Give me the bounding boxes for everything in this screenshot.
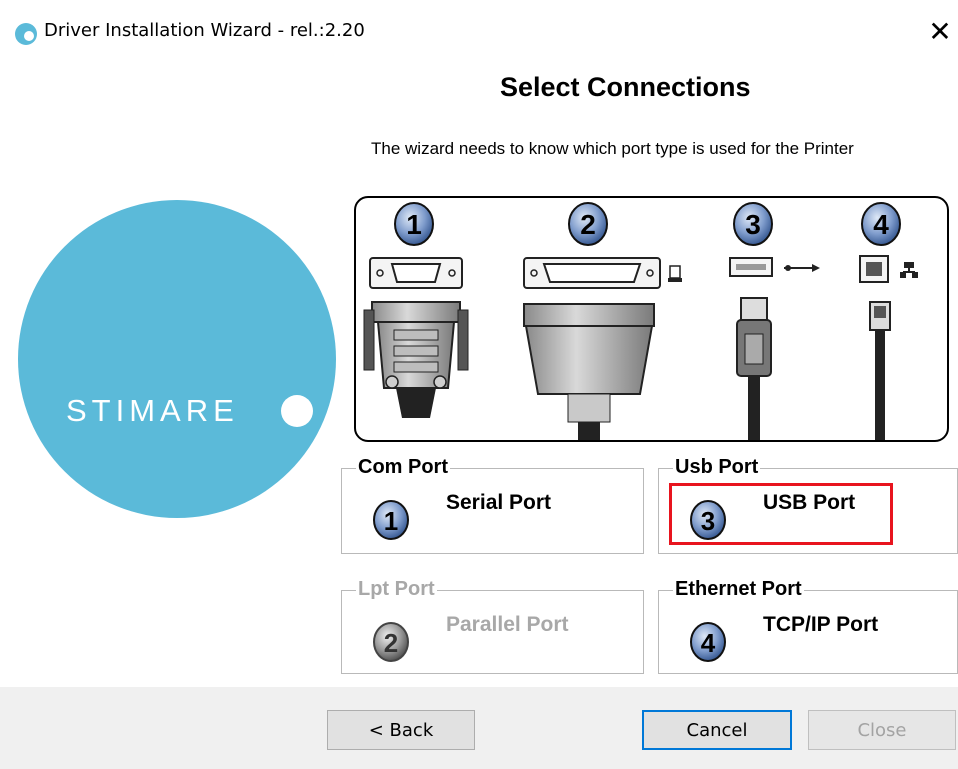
number-1-icon: 1 bbox=[373, 500, 409, 540]
usb-port-group: Usb Port 3 USB Port bbox=[658, 456, 958, 554]
page-title: Select Connections bbox=[500, 72, 751, 102]
cancel-button[interactable]: Cancel bbox=[642, 710, 792, 750]
com-port-group: Com Port 1 Serial Port bbox=[341, 456, 644, 554]
port-number-2-badge: 2 bbox=[568, 202, 608, 246]
ports-diagram-art: 1 2 3 4 bbox=[363, 202, 918, 440]
ethernet-connector-icon bbox=[859, 255, 918, 440]
parallel-port-number: 2 bbox=[384, 628, 398, 658]
wizard-footer: < Back Cancel Close bbox=[0, 687, 958, 769]
serial-port-option[interactable]: 1 Serial Port bbox=[342, 469, 642, 553]
port-number-1-badge: 1 bbox=[394, 202, 434, 246]
title-bar: Driver Installation Wizard - rel.:2.20 ✕ bbox=[0, 0, 958, 68]
parallel-connector-icon bbox=[523, 257, 682, 440]
usb-connector-icon bbox=[729, 257, 820, 440]
tcpip-port-label: TCP/IP Port bbox=[763, 613, 879, 636]
port-number-4: 4 bbox=[873, 209, 889, 240]
port-number-3: 3 bbox=[745, 209, 761, 240]
app-circle-icon bbox=[15, 23, 37, 45]
number-4-icon: 4 bbox=[690, 622, 726, 662]
tcpip-port-number: 4 bbox=[701, 628, 716, 658]
number-2-icon: 2 bbox=[373, 622, 409, 662]
ports-diagram: 1 2 3 4 bbox=[354, 196, 949, 442]
serial-connector-icon bbox=[363, 257, 469, 418]
serial-port-number: 1 bbox=[384, 506, 398, 536]
close-button[interactable]: Close bbox=[808, 710, 956, 750]
port-number-3-badge: 3 bbox=[733, 202, 773, 246]
port-number-4-badge: 4 bbox=[861, 202, 901, 246]
tcpip-port-option[interactable]: 4 TCP/IP Port bbox=[659, 591, 957, 673]
usb-port-option[interactable]: 3 USB Port bbox=[659, 469, 957, 553]
port-number-1: 1 bbox=[406, 209, 422, 240]
logo-brand-text: STIMARE bbox=[66, 393, 239, 428]
back-button[interactable]: < Back bbox=[327, 710, 475, 750]
selected-option-highlight bbox=[669, 483, 893, 545]
close-window-button[interactable]: ✕ bbox=[922, 14, 958, 50]
page-description: The wizard needs to know which port type… bbox=[371, 139, 854, 158]
serial-port-label: Serial Port bbox=[446, 491, 552, 514]
window-title: Driver Installation Wizard - rel.:2.20 bbox=[44, 20, 365, 41]
stimare-logo: STIMARE bbox=[18, 200, 336, 518]
parallel-port-option[interactable]: 2 Parallel Port bbox=[342, 591, 642, 673]
lpt-port-group: Lpt Port 2 Parallel Port bbox=[341, 578, 644, 674]
parallel-port-label: Parallel Port bbox=[446, 613, 569, 636]
ethernet-port-group: Ethernet Port 4 TCP/IP Port bbox=[658, 578, 958, 674]
port-number-2: 2 bbox=[580, 209, 596, 240]
